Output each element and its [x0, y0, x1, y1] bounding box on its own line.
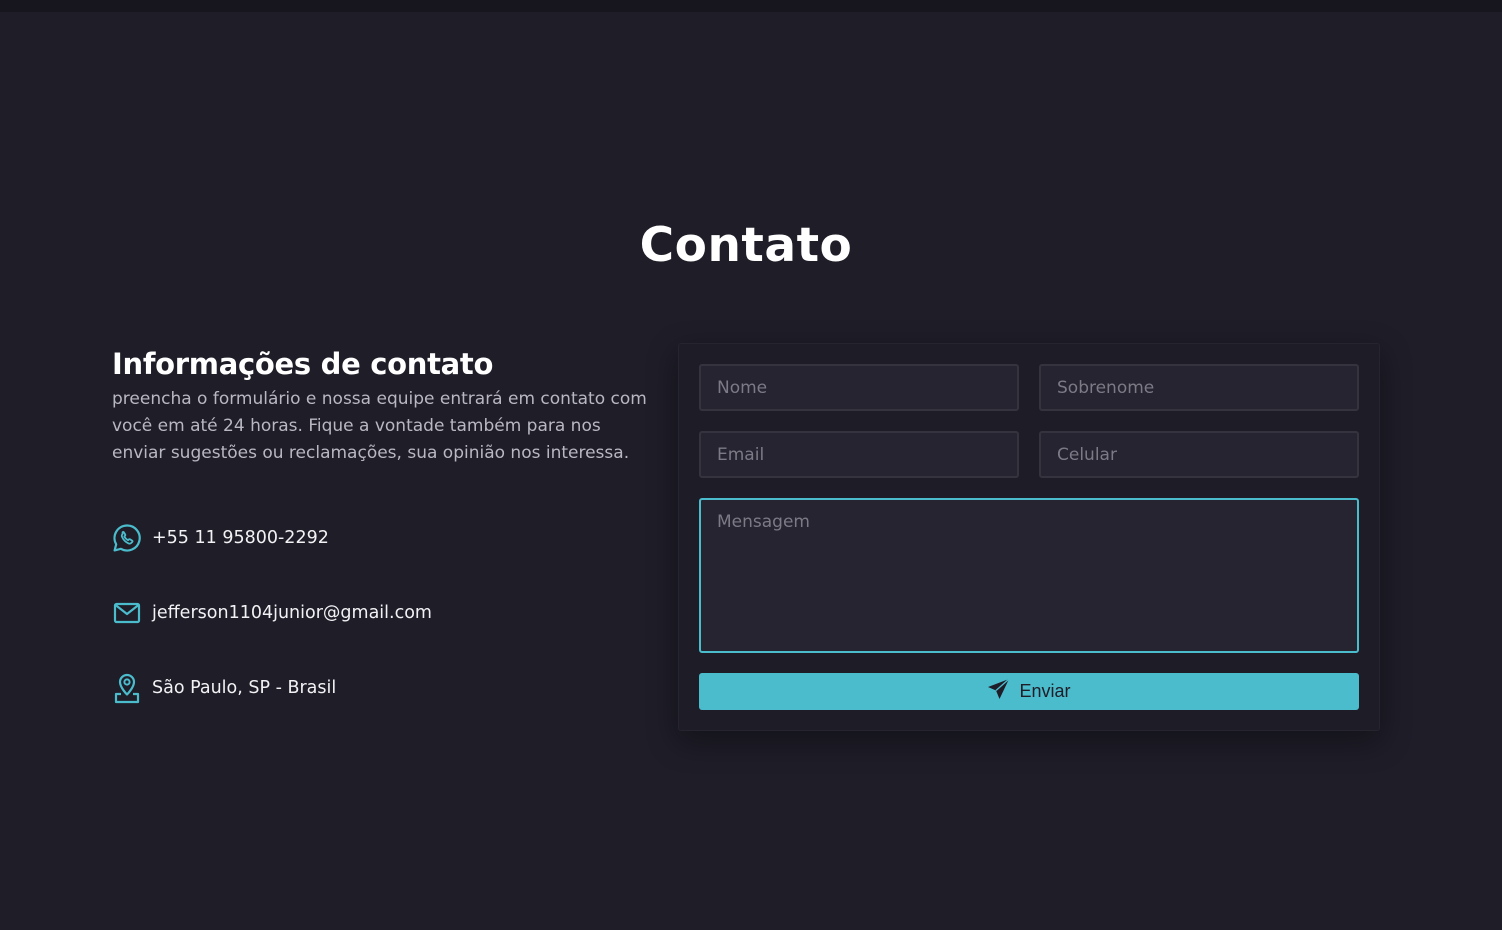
- email-row: jefferson1104junior@gmail.com: [112, 597, 432, 629]
- celular-input[interactable]: [1039, 431, 1359, 478]
- email-input[interactable]: [699, 431, 1019, 478]
- contact-info-heading: Informações de contato: [112, 347, 494, 381]
- top-bar: [0, 0, 1502, 12]
- mail-icon: [112, 597, 142, 629]
- contact-info: Informações de contato preencha o formul…: [112, 346, 652, 467]
- whatsapp-icon: [112, 522, 142, 554]
- sobrenome-input[interactable]: [1039, 364, 1359, 411]
- send-icon: [987, 678, 1011, 705]
- enviar-button[interactable]: Enviar: [699, 673, 1359, 710]
- contact-info-description: preencha o formulário e nossa equipe ent…: [112, 389, 647, 463]
- map-pin-icon: [112, 672, 142, 704]
- mensagem-textarea[interactable]: [699, 498, 1359, 653]
- email-address[interactable]: jefferson1104junior@gmail.com: [152, 603, 432, 623]
- location-text: São Paulo, SP - Brasil: [152, 678, 337, 698]
- phone-row: +55 11 95800-2292: [112, 522, 329, 554]
- location-row: São Paulo, SP - Brasil: [112, 672, 336, 704]
- contact-form: Enviar: [678, 343, 1380, 731]
- phone-number[interactable]: +55 11 95800-2292: [152, 528, 329, 548]
- enviar-label: Enviar: [1019, 681, 1071, 701]
- page-title: Contato: [639, 218, 853, 273]
- nome-input[interactable]: [699, 364, 1019, 411]
